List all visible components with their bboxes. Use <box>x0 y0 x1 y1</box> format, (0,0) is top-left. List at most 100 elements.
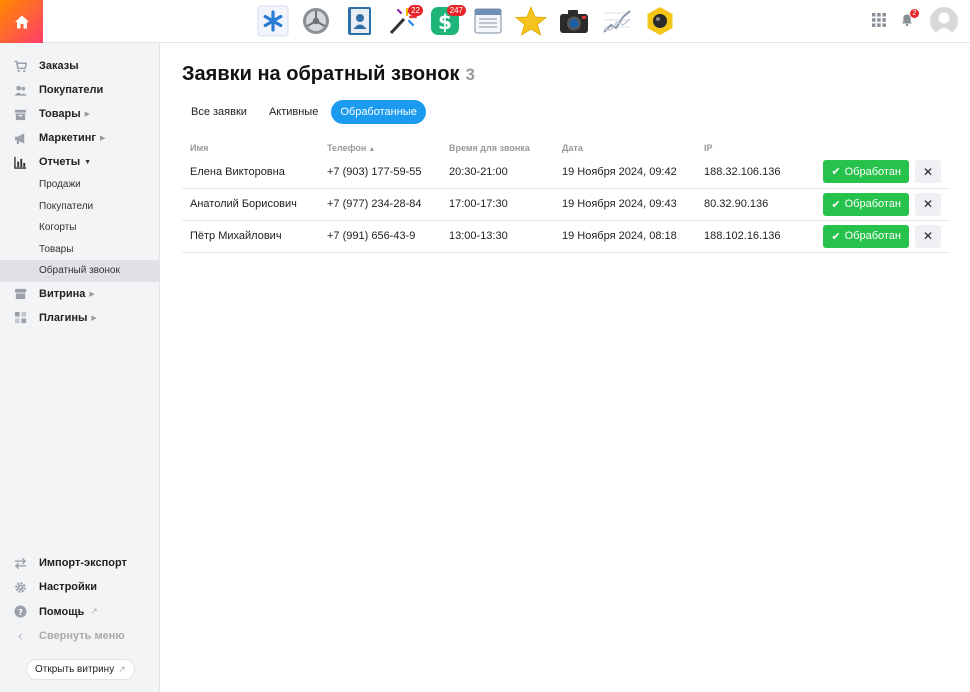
delete-button[interactable]: ✕ <box>915 160 941 184</box>
mark-processed-button[interactable]: ✔ Обработан <box>823 160 909 184</box>
app-badge: 247 <box>446 5 466 16</box>
chevron-right-icon: ▶ <box>84 111 90 118</box>
tab-all[interactable]: Все заявки <box>182 100 256 124</box>
sidebar-item-label: Свернуть меню <box>39 630 125 643</box>
open-store-button[interactable]: Открыть витрину ↗ <box>26 659 135 680</box>
magic-wand-app[interactable]: 22 <box>385 4 423 38</box>
column-header-name[interactable]: Имя <box>182 140 319 156</box>
sidebar-item-products[interactable]: Товары ▶ <box>0 102 159 126</box>
home-button[interactable] <box>0 0 43 43</box>
cell-phone: +7 (977) 234-28-84 <box>319 188 441 221</box>
table-row: Елена Викторовна +7 (903) 177-59-55 20:3… <box>182 156 949 189</box>
star-icon <box>515 5 547 36</box>
sidebar-item-import-export[interactable]: Импорт-экспорт <box>0 551 160 575</box>
sidebar-subitem-callback[interactable]: Обратный звонок <box>0 260 159 282</box>
chevron-right-icon: ▶ <box>89 290 95 298</box>
line-chart-icon <box>603 10 631 33</box>
asterisk-app[interactable] <box>256 4 290 38</box>
sidebar-item-collapse[interactable]: Свернуть меню <box>0 624 160 648</box>
filter-tabs: Все заявки Активные Обработанные <box>182 100 952 124</box>
hexagon-icon <box>647 7 673 35</box>
cell-phone: +7 (903) 177-59-55 <box>319 156 441 189</box>
sidebar-item-marketing[interactable]: Маркетинг ▶ <box>0 126 159 150</box>
close-icon: ✕ <box>922 164 934 179</box>
cell-actions: ✔ Обработан ✕ <box>806 220 949 253</box>
sidebar-subitem-products[interactable]: Товары <box>0 239 159 261</box>
camera-app[interactable] <box>557 4 591 38</box>
home-icon <box>14 15 29 28</box>
cell-name: Елена Викторовна <box>182 156 319 189</box>
plugins-icon <box>13 311 27 325</box>
column-header-call-time[interactable]: Время для звонка <box>441 140 554 156</box>
sidebar-item-reports[interactable]: Отчеты ▼ <box>0 150 159 174</box>
contacts-icon <box>348 7 371 35</box>
tab-processed[interactable]: Обработанные <box>331 100 426 124</box>
sidebar-subitem-cohorts[interactable]: Когорты <box>0 217 159 239</box>
column-header-phone[interactable]: Телефон ▲ <box>319 140 441 156</box>
sidebar-subitem-sales[interactable]: Продажи <box>0 174 159 196</box>
delete-button[interactable]: ✕ <box>915 224 941 248</box>
mark-processed-button[interactable]: ✔ Обработан <box>823 192 909 216</box>
column-header-phone-label: Телефон <box>327 143 367 153</box>
callback-requests-table: Имя Телефон ▲ Время для звонка Дата IP Ел… <box>182 140 949 253</box>
cell-ip: 188.32.106.136 <box>696 156 806 189</box>
sort-asc-icon: ▲ <box>368 146 376 153</box>
sidebar-subitem-customers[interactable]: Покупатели <box>0 196 159 218</box>
sidebar-item-label: Покупатели <box>39 84 104 96</box>
user-avatar[interactable] <box>930 7 958 35</box>
cell-actions: ✔ Обработан ✕ <box>806 188 949 221</box>
settings-app[interactable] <box>299 4 333 38</box>
chart-app[interactable] <box>600 4 634 38</box>
sidebar-item-label: Помощь <box>39 605 85 618</box>
top-right-controls: 2 <box>872 7 958 35</box>
column-header-date[interactable]: Дата <box>554 140 696 156</box>
grid-icon <box>872 12 886 27</box>
sidebar-item-storefront[interactable]: Витрина ▶ <box>0 282 159 306</box>
app-launcher: 22 $ 247 <box>256 4 677 40</box>
sidebar-item-label: Настройки <box>39 581 98 594</box>
column-header-actions <box>806 140 949 156</box>
sidebar-item-help[interactable]: ? Помощь ↗ <box>0 600 160 624</box>
cell-phone: +7 (991) 656-43-9 <box>319 220 441 253</box>
top-bar: 22 $ 247 2 <box>0 0 970 43</box>
notifications-button[interactable]: 2 <box>900 9 919 29</box>
sidebar-item-customers[interactable]: Покупатели <box>0 78 159 102</box>
browser-app[interactable] <box>471 4 505 38</box>
table-row: Анатолий Борисович +7 (977) 234-28-84 17… <box>182 188 949 221</box>
page-title-count: 3 <box>465 65 475 84</box>
asterisk-icon <box>257 5 289 37</box>
apps-grid-button[interactable] <box>872 12 886 30</box>
check-icon: ✔ <box>831 198 841 211</box>
app-badge: 22 <box>408 5 423 16</box>
close-icon: ✕ <box>922 229 934 243</box>
sidebar-nav: Заказы Покупатели Товары ▶ Маркетинг ▶ О… <box>0 43 159 330</box>
mark-processed-button[interactable]: ✔ Обработан <box>823 224 909 248</box>
money-app[interactable]: $ 247 <box>428 4 466 38</box>
main-content: Заявки на обратный звонок 3 Все заявки А… <box>182 43 952 253</box>
star-app[interactable] <box>514 4 548 38</box>
notifications-badge: 2 <box>910 9 919 18</box>
cell-actions: ✔ Обработан ✕ <box>806 156 949 189</box>
cell-ip: 80.32.90.136 <box>696 188 806 221</box>
sidebar-item-settings[interactable]: Настройки <box>0 575 160 599</box>
column-header-ip[interactable]: IP <box>696 140 806 156</box>
delete-button[interactable]: ✕ <box>915 192 941 216</box>
chevron-down-icon: ▼ <box>84 158 92 166</box>
table-row: Пётр Михайлович +7 (991) 656-43-9 13:00-… <box>182 220 949 253</box>
row-actions: ✔ Обработан ✕ <box>814 160 941 184</box>
sidebar-item-plugins[interactable]: Плагины ▶ <box>0 306 159 330</box>
open-store-label: Открыть витрину <box>35 664 115 675</box>
chevron-right-icon: ▶ <box>91 314 97 322</box>
row-actions: ✔ Обработан ✕ <box>814 192 941 216</box>
contacts-app[interactable] <box>342 4 376 38</box>
mark-processed-label: Обработан <box>844 230 901 242</box>
sidebar-item-orders[interactable]: Заказы <box>0 54 159 78</box>
sidebar: Заказы Покупатели Товары ▶ Маркетинг ▶ О… <box>0 43 160 692</box>
hexagon-app[interactable] <box>643 4 677 38</box>
cell-name: Пётр Михайлович <box>182 220 319 253</box>
cell-date: 19 Ноября 2024, 08:18 <box>554 220 696 253</box>
bar-chart-icon <box>13 155 27 169</box>
tab-active[interactable]: Активные <box>260 100 327 124</box>
box-icon <box>13 107 27 121</box>
sidebar-item-label: Товары <box>39 108 81 120</box>
